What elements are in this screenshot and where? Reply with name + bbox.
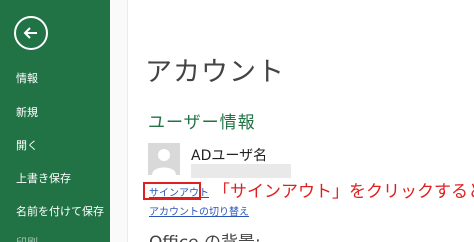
nav-item-new[interactable]: 新規: [16, 106, 38, 120]
user-email-redacted: [191, 164, 291, 178]
user-name: ADユーザ名: [191, 148, 268, 164]
page-title: アカウント: [145, 57, 285, 88]
nav-item-save[interactable]: 上書き保存: [16, 172, 71, 186]
person-silhouette-icon: [148, 143, 180, 175]
back-arrow-icon: [23, 27, 37, 39]
avatar: [148, 143, 180, 175]
instruction-callout: 「サインアウト」をクリックすると: [213, 182, 474, 202]
section-title-user-info: ユーザー情報: [148, 113, 256, 133]
back-button[interactable]: [14, 16, 48, 50]
nav-item-print[interactable]: 印刷: [16, 236, 38, 242]
backstage-nav: 情報 新規 開く 上書き保存 名前を付けて保存 印刷: [0, 0, 110, 242]
nav-item-info[interactable]: 情報: [16, 72, 38, 86]
sign-out-link[interactable]: サインアウト: [149, 184, 209, 199]
office-background-heading: Office の背景:: [149, 228, 261, 242]
switch-account-link[interactable]: アカウントの切り替え: [149, 203, 249, 218]
nav-item-open[interactable]: 開く: [16, 139, 38, 153]
nav-item-save-as[interactable]: 名前を付けて保存: [16, 205, 104, 219]
nav-divider: [110, 0, 128, 242]
